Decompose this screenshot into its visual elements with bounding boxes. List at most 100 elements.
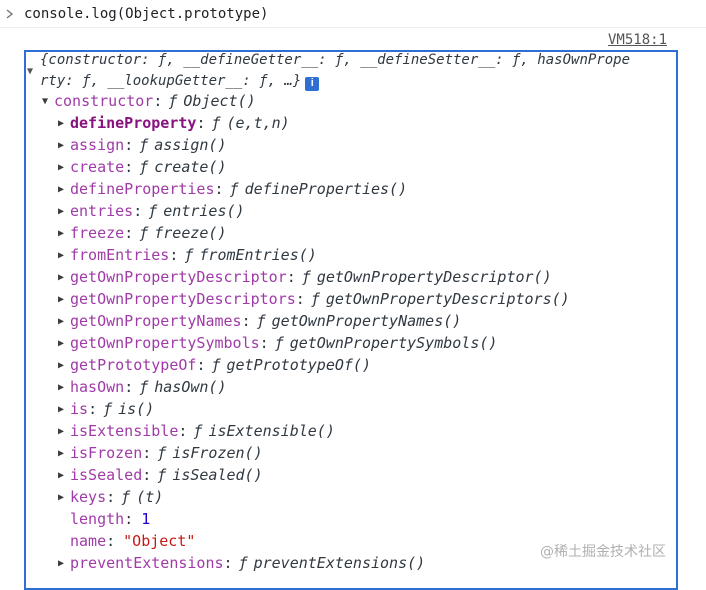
property-value: getOwnPropertyNames() <box>271 312 462 330</box>
function-symbol: ƒ <box>121 488 131 506</box>
property-key: name <box>70 532 107 550</box>
function-symbol: ƒ <box>256 312 266 330</box>
property-value: freeze() <box>154 224 227 242</box>
property-value: preventExtensions() <box>253 554 426 572</box>
property-value: getOwnPropertyDescriptors() <box>325 290 570 308</box>
property-value: create() <box>154 158 227 176</box>
property-value: isSealed() <box>172 466 263 484</box>
object-summary[interactable]: {constructor: ƒ, __defineGetter__: ƒ, __… <box>40 50 676 92</box>
expand-arrow-icon[interactable]: ▶ <box>58 360 70 371</box>
property-value: Object() <box>183 92 256 110</box>
function-symbol: ƒ <box>193 422 203 440</box>
property-value: defineProperties() <box>244 180 408 198</box>
watermark: @稀土掘金技术社区 <box>540 544 666 560</box>
function-symbol: ƒ <box>157 444 167 462</box>
expand-arrow-icon[interactable]: ▶ <box>58 250 70 261</box>
tree-row-keys[interactable]: ▶ keys: ƒ (t) <box>58 486 163 508</box>
property-value: isFrozen() <box>172 444 263 462</box>
property-key: isSealed <box>70 466 143 484</box>
summary-line-2: rty: ƒ, __lookupGetter__: ƒ, …} <box>40 73 302 89</box>
property-key: is <box>70 400 89 418</box>
function-symbol: ƒ <box>139 378 149 396</box>
function-symbol: ƒ <box>103 400 113 418</box>
property-value: isExtensible() <box>208 422 335 440</box>
expand-arrow-icon[interactable]: ▶ <box>58 294 70 305</box>
property-key: getOwnPropertyDescriptor <box>70 268 287 286</box>
property-key: assign <box>70 136 125 154</box>
source-link[interactable]: VM518:1 <box>608 32 667 48</box>
property-key: isExtensible <box>70 422 179 440</box>
property-value: fromEntries() <box>199 246 317 264</box>
property-value: hasOwn() <box>154 378 227 396</box>
expand-arrow-icon[interactable]: ▶ <box>58 382 70 393</box>
property-key: constructor <box>54 92 154 110</box>
tree-row-getownpropertynames[interactable]: ▶ getOwnPropertyNames: ƒ getOwnPropertyName… <box>58 310 461 332</box>
property-value: getPrototypeOf() <box>226 356 372 374</box>
expand-arrow-icon[interactable]: ▶ <box>58 426 70 437</box>
function-symbol: ƒ <box>139 136 149 154</box>
property-key: getOwnPropertySymbols <box>70 334 260 352</box>
tree-row-length[interactable]: length:1 <box>58 508 150 530</box>
expand-arrow-icon[interactable]: ▶ <box>58 470 70 481</box>
tree-row-create[interactable]: ▶ create: ƒ create() <box>58 156 227 178</box>
tree-row-isextensible[interactable]: ▶ isExtensible: ƒ isExtensible() <box>58 420 335 442</box>
tree-row-hasown[interactable]: ▶ hasOwn: ƒ hasOwn() <box>58 376 227 398</box>
expand-arrow-object-icon[interactable]: ▼ <box>27 66 33 77</box>
expand-arrow-icon[interactable]: ▶ <box>58 338 70 349</box>
expand-arrow-icon[interactable]: ▶ <box>58 272 70 283</box>
function-symbol: ƒ <box>310 290 320 308</box>
function-symbol: ƒ <box>184 246 194 264</box>
tree-row-getownpropertydescriptor[interactable]: ▶ getOwnPropertyDescriptor: ƒ getOwnPropert… <box>58 266 552 288</box>
expand-arrow-icon[interactable]: ▶ <box>58 206 70 217</box>
tree-row-assign[interactable]: ▶ assign: ƒ assign() <box>58 134 227 156</box>
tree-row-freeze[interactable]: ▶ freeze: ƒ freeze() <box>58 222 227 244</box>
function-symbol: ƒ <box>168 92 178 110</box>
function-symbol: ƒ <box>148 202 158 220</box>
expand-arrow-icon[interactable]: ▶ <box>58 558 70 569</box>
info-icon[interactable]: i <box>305 76 320 91</box>
tree-row-getprototypeof[interactable]: ▶ getPrototypeOf: ƒ getPrototypeOf() <box>58 354 371 376</box>
tree-row-defineproperty[interactable]: ▶ defineProperty: ƒ (e,t,n) <box>58 112 290 134</box>
function-symbol: ƒ <box>211 356 221 374</box>
string-value: "Object" <box>123 532 196 550</box>
tree-row-is[interactable]: ▶ is: ƒ is() <box>58 398 154 420</box>
tree-row-defineproperties[interactable]: ▶ defineProperties: ƒ defineProperties() <box>58 178 407 200</box>
expand-arrow-icon[interactable]: ▶ <box>58 228 70 239</box>
expand-arrow-icon[interactable]: ▶ <box>58 404 70 415</box>
expand-arrow-icon[interactable]: ▶ <box>58 448 70 459</box>
expand-arrow-icon[interactable]: ▶ <box>58 492 70 503</box>
summary-line-1: {constructor: ƒ, __defineGetter__: ƒ, __… <box>40 52 631 68</box>
tree-row-constructor[interactable]: ▼ constructor: ƒ Object() <box>42 90 256 112</box>
property-key: hasOwn <box>70 378 125 396</box>
tree-row-name[interactable]: name: "Object" <box>58 530 195 552</box>
tree-row-fromentries[interactable]: ▶ fromEntries: ƒ fromEntries() <box>58 244 317 266</box>
tree-row-getownpropertysymbols[interactable]: ▶ getOwnPropertySymbols: ƒ getOwnPropertySy… <box>58 332 497 354</box>
console-command-text: console.log(Object.prototype) <box>24 5 269 22</box>
function-symbol: ƒ <box>139 224 149 242</box>
function-symbol: ƒ <box>301 268 311 286</box>
function-symbol: ƒ <box>157 466 167 484</box>
expand-arrow-icon[interactable]: ▶ <box>58 140 70 151</box>
tree-row-getownpropertydescriptors[interactable]: ▶ getOwnPropertyDescriptors: ƒ getOwnProper… <box>58 288 570 310</box>
function-symbol: ƒ <box>229 180 239 198</box>
property-value: entries() <box>163 202 245 220</box>
property-key: getOwnPropertyNames <box>70 312 242 330</box>
expand-arrow-constructor-icon[interactable]: ▼ <box>42 96 54 107</box>
property-key: getOwnPropertyDescriptors <box>70 290 296 308</box>
property-value: (t) <box>136 488 164 506</box>
function-symbol: ƒ <box>211 114 221 132</box>
expand-arrow-icon[interactable]: ▶ <box>58 162 70 173</box>
expand-arrow-icon[interactable]: ▶ <box>58 316 70 327</box>
tree-row-isfrozen[interactable]: ▶ isFrozen: ƒ isFrozen() <box>58 442 263 464</box>
expand-arrow-icon[interactable]: ▶ <box>58 184 70 195</box>
property-key: defineProperties <box>70 180 215 198</box>
function-symbol: ƒ <box>274 334 284 352</box>
tree-row-preventextensions[interactable]: ▶ preventExtensions: ƒ preventExtensions() <box>58 552 425 574</box>
expand-arrow-icon[interactable]: ▶ <box>58 118 70 129</box>
property-key: getPrototypeOf <box>70 356 197 374</box>
tree-row-entries[interactable]: ▶ entries: ƒ entries() <box>58 200 245 222</box>
tree-row-issealed[interactable]: ▶ isSealed: ƒ isSealed() <box>58 464 263 486</box>
property-key: defineProperty <box>70 114 197 132</box>
property-key: preventExtensions <box>70 554 224 572</box>
property-value: is() <box>118 400 155 418</box>
